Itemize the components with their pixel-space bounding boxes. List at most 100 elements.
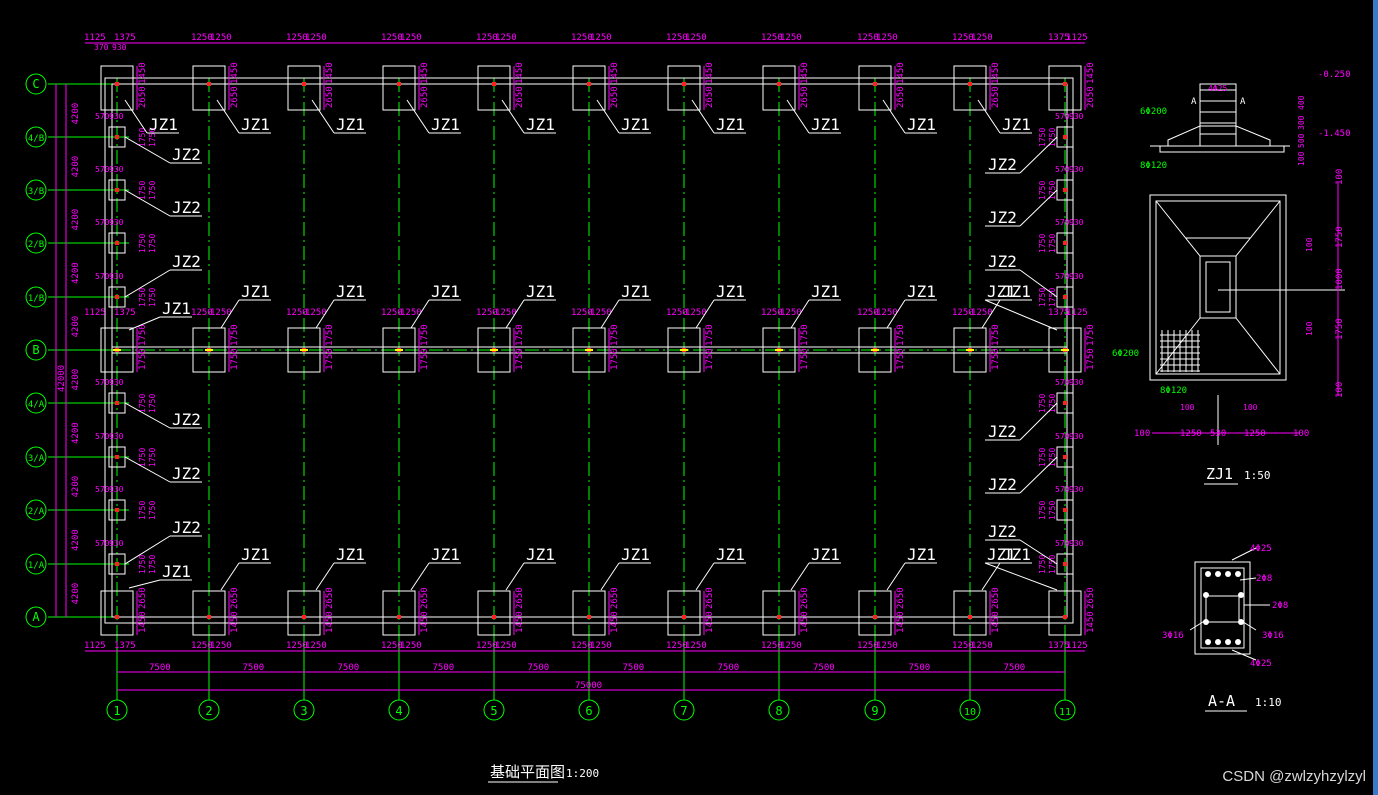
dim-top-l2: 1375 xyxy=(114,33,136,43)
axis-label-col-7: 7 xyxy=(680,704,687,718)
dim-bay-4: 7500 xyxy=(433,663,455,673)
zj1-detail: 4Φ25 -0.250 -1.450 6Φ200 8Φ120 A A 400 300 500 100… xyxy=(1112,70,1351,445)
zj1-plan-h4: 1750 xyxy=(1335,318,1345,340)
column-C-5 xyxy=(492,82,496,86)
side-dim-v2: 1750 xyxy=(148,288,157,307)
aa-left: 3Φ16 xyxy=(1162,631,1184,641)
dim-text-v1: 1450 xyxy=(515,62,525,84)
aa-s2: 2Φ8 xyxy=(1272,601,1288,611)
dim-text-v1: 1450 xyxy=(420,62,430,84)
jz2-right-1: JZ2 xyxy=(988,208,1017,227)
dim-text-v2: 2650 xyxy=(1086,86,1096,108)
axis-label-row-A: A xyxy=(32,610,40,624)
jz1-top-8: JZ1 xyxy=(811,115,840,134)
plan-title: 基础平面图 xyxy=(490,763,565,781)
jz1-bot-6-leader xyxy=(600,562,620,591)
axis-label-col-9: 9 xyxy=(871,704,878,718)
dim-text-v1: 2650 xyxy=(896,587,906,609)
dim-top-m2: 1250 xyxy=(971,641,993,651)
zj1-plan-h1: 100 xyxy=(1335,169,1345,185)
jz2-left-0: JZ2 xyxy=(172,145,201,164)
axis-label-col-2: 2 xyxy=(205,704,212,718)
zj1-plan-diag-1 xyxy=(1235,200,1281,257)
dim-top-m2: 1250 xyxy=(305,641,327,651)
jz1-mid-9: JZ1 xyxy=(907,282,936,301)
dim-text-v1: 1750 xyxy=(991,324,1001,346)
jz1-top-10: JZ1 xyxy=(1002,115,1031,134)
jz1-mid-2: JZ1 xyxy=(241,282,270,301)
dim-top-m2: 1250 xyxy=(971,33,993,43)
column-C-2 xyxy=(207,82,211,86)
side-dim-a: 570 xyxy=(95,112,110,121)
dim-text-v1: 1450 xyxy=(896,62,906,84)
axis-label-row-1/A: 1/A xyxy=(28,561,45,571)
side-dim-v: 1750 xyxy=(138,181,147,200)
aa-lead-r xyxy=(1239,619,1257,631)
jz2-left-4: JZ2 xyxy=(172,464,201,483)
dim-text-v1: 1750 xyxy=(800,324,810,346)
side-dim-v2: 1750 xyxy=(148,394,157,413)
aa-rebar-10 xyxy=(1238,592,1244,598)
jz1-bot-9-leader xyxy=(886,562,906,591)
side-dim-b: 930 xyxy=(1069,432,1084,441)
dim-text-v2: 1450 xyxy=(991,611,1001,633)
aa-rebar-7 xyxy=(1235,639,1241,645)
jz1-top-2: JZ1 xyxy=(241,115,270,134)
dim-text-v2: 2650 xyxy=(800,86,810,108)
jz2-right-5: JZ2 xyxy=(988,522,1017,541)
dim-top-m2: 1250 xyxy=(400,33,422,43)
side-dim-a: 570 xyxy=(1055,539,1070,548)
side-dim-a: 570 xyxy=(1055,432,1070,441)
side-column-2/B-1 xyxy=(115,241,119,245)
zj1-plan-bar2: 8Φ120 xyxy=(1160,386,1187,396)
side-dim-v: 1750 xyxy=(138,288,147,307)
dim-bay-1: 7500 xyxy=(149,663,171,673)
side-dim-v2: 1750 xyxy=(148,181,157,200)
jz1-bot-5-leader xyxy=(505,562,525,591)
aa-section-detail: 4Φ25 2Φ8 2Φ8 3Φ16 3Φ16 4Φ25 xyxy=(1162,544,1288,669)
side-dim-b: 930 xyxy=(1069,272,1084,281)
dim-bay-5: 7500 xyxy=(528,663,550,673)
jz1-bot-8-leader xyxy=(790,562,810,591)
side-dim-b: 930 xyxy=(109,112,124,121)
zj1-plan-h2: 1750 xyxy=(1335,226,1345,248)
column-A-3 xyxy=(302,615,306,619)
jz1-bot-8: JZ1 xyxy=(811,545,840,564)
dim-text-v2: 2650 xyxy=(705,86,715,108)
dim-text-v2: 2650 xyxy=(230,86,240,108)
axis-label-row-3/A: 3/A xyxy=(28,454,45,464)
jz1-bot-4: JZ1 xyxy=(431,545,460,564)
dim-top-m2: 1250 xyxy=(590,641,612,651)
dim-row-5: 4200 xyxy=(71,316,81,338)
dim-text-v2: 1450 xyxy=(896,611,906,633)
dim-text-v1: 2650 xyxy=(420,587,430,609)
zj1-d1: 400 xyxy=(1297,95,1306,110)
dim-text-v1: 2650 xyxy=(230,587,240,609)
foundation-plan-drawing: 1450 2650 1450 2650 1450 2650 1450 2650 1450 2650… xyxy=(25,33,1351,783)
dim-text-v1: 2650 xyxy=(138,587,148,609)
zj1-plan-diag-2 xyxy=(1155,317,1201,375)
aa-lead-s1 xyxy=(1239,577,1257,581)
axis-label-col-4: 4 xyxy=(395,704,402,718)
side-column-3/A-1 xyxy=(115,455,119,459)
aa-rebar-9 xyxy=(1203,619,1209,625)
dim-text-v2: 2650 xyxy=(515,86,525,108)
aa-rebar-0 xyxy=(1205,571,1211,577)
side-column-1/A-1 xyxy=(115,562,119,566)
side-dim-v: 1750 xyxy=(1038,501,1047,520)
dim-top-m2: 1250 xyxy=(210,641,232,651)
axis-label-col-11: 11 xyxy=(1059,707,1071,718)
side-dim-a: 570 xyxy=(95,378,110,387)
zj1-plan-h7: 100 xyxy=(1305,321,1314,336)
dim-text-v2: 1750 xyxy=(138,348,148,370)
side-dim-v2: 1750 xyxy=(1048,288,1057,307)
side-dim-a: 570 xyxy=(1055,272,1070,281)
side-dim-v: 1750 xyxy=(1038,181,1047,200)
dim-text-v2: 1450 xyxy=(610,611,620,633)
side-dim-a: 570 xyxy=(95,272,110,281)
dim-text-v2: 1750 xyxy=(896,348,906,370)
dim-top-m2: 1250 xyxy=(685,33,707,43)
side-dim-b: 930 xyxy=(109,432,124,441)
zj1-plan-w4: 1250 xyxy=(1244,429,1266,439)
column-C-6 xyxy=(587,82,591,86)
